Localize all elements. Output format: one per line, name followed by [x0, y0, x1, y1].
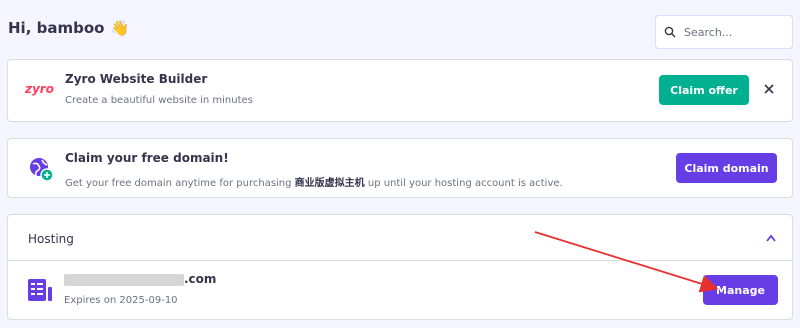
- hosting-card: Hosting .com Expires on 2025-09-10 Manag…: [7, 214, 793, 320]
- hosting-expiry: Expires on 2025-09-10: [64, 295, 178, 306]
- zyro-logo: zyro: [25, 82, 54, 96]
- page-greeting: Hi, bamboo 👋: [8, 19, 129, 37]
- hosting-section-title: Hosting: [28, 232, 74, 246]
- search-input[interactable]: [682, 24, 786, 40]
- greeting-text: Hi, bamboo: [8, 19, 105, 37]
- close-icon[interactable]: [761, 81, 777, 97]
- zyro-subtitle: Create a beautiful website in minutes: [65, 95, 253, 106]
- zyro-offer-card: zyro Zyro Website Builder Create a beaut…: [7, 59, 793, 122]
- globe-plus-icon: [30, 158, 54, 182]
- claim-offer-button[interactable]: Claim offer: [659, 75, 749, 105]
- manage-button[interactable]: Manage: [703, 275, 778, 305]
- wave-emoji-icon: 👋: [110, 19, 130, 37]
- free-domain-title: Claim your free domain!: [65, 151, 229, 165]
- hosting-domain-suffix: .com: [184, 272, 217, 286]
- hosting-server-icon: [28, 279, 52, 301]
- zyro-title: Zyro Website Builder: [65, 72, 208, 86]
- free-domain-subtitle: Get your free domain anytime for purchas…: [65, 178, 563, 189]
- blurred-domain-name: [64, 274, 184, 286]
- claim-domain-button[interactable]: Claim domain: [676, 153, 777, 183]
- search-box[interactable]: [655, 15, 793, 49]
- hosting-divider: [8, 260, 792, 261]
- chevron-up-icon[interactable]: [765, 233, 777, 243]
- free-domain-card: Claim your free domain! Get your free do…: [7, 138, 793, 198]
- search-icon: [664, 26, 676, 38]
